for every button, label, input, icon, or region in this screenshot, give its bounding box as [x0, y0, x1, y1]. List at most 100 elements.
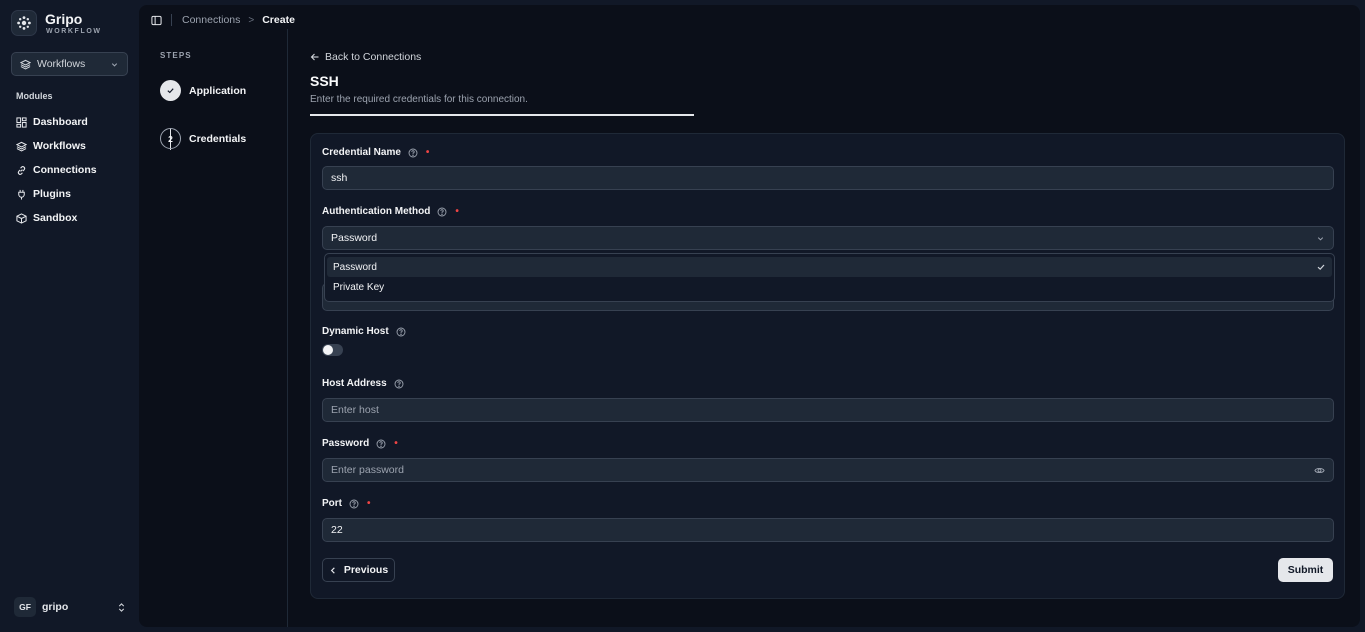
- breadcrumb-separator: >: [248, 14, 255, 26]
- password-label: Password •: [322, 438, 398, 449]
- sidebar-item-plugins[interactable]: Plugins: [16, 182, 97, 206]
- previous-button-label: Previous: [343, 564, 389, 576]
- avatar: GF: [14, 597, 36, 617]
- help-icon[interactable]: [396, 327, 406, 337]
- breadcrumb-connections[interactable]: Connections: [182, 14, 240, 26]
- dynamic-host-toggle[interactable]: [322, 344, 343, 356]
- chevron-down-icon: [1317, 236, 1324, 241]
- port-label-text: Port: [322, 498, 342, 509]
- sidebar-item-sandbox[interactable]: Sandbox: [16, 206, 97, 230]
- layers-icon: [16, 141, 27, 151]
- dynamic-host-label: Dynamic Host: [322, 326, 406, 337]
- step-label: Application: [189, 84, 247, 97]
- password-placeholder: Enter password: [331, 464, 404, 476]
- password-field[interactable]: Enter password: [322, 458, 1334, 482]
- required-marker: •: [455, 206, 459, 217]
- sidebar-nav: Dashboard Workflows Connections Plugins …: [16, 110, 97, 230]
- brand-name: Gripo: [45, 10, 83, 27]
- breadcrumb: Connections > Create: [182, 14, 295, 26]
- breadcrumb-current: Create: [262, 14, 295, 26]
- arrow-left-icon: [310, 53, 319, 61]
- required-marker: •: [367, 498, 371, 509]
- chevron-left-icon: [330, 566, 335, 574]
- host-address-label: Host Address: [322, 378, 404, 389]
- check-icon: [1317, 264, 1325, 271]
- toggle-knob: [323, 345, 333, 355]
- host-address-label-text: Host Address: [322, 378, 387, 389]
- plug-icon: [18, 189, 25, 200]
- brand: Gripo WORKFLOW: [11, 10, 102, 36]
- sidebar-item-label: Connections: [33, 164, 97, 176]
- workspace-select-value: Workflows: [37, 58, 86, 70]
- help-icon[interactable]: [376, 439, 386, 449]
- required-marker: •: [394, 438, 398, 449]
- sidebar-item-label: Workflows: [33, 140, 86, 152]
- user-name: gripo: [42, 601, 69, 613]
- sidebar-item-label: Plugins: [33, 188, 71, 200]
- help-icon[interactable]: [408, 148, 418, 158]
- credential-name-field[interactable]: ssh: [322, 166, 1334, 190]
- check-icon: [167, 88, 174, 94]
- back-link-label: Back to Connections: [325, 51, 422, 63]
- step-credentials: 2 Credentials: [160, 128, 246, 149]
- step-done-circle: [160, 80, 181, 101]
- gripo-logo-icon: [11, 10, 37, 36]
- chevrons-up-down-icon: [118, 602, 125, 612]
- chevron-down-icon: [111, 62, 118, 67]
- auth-method-value: Password: [331, 232, 378, 244]
- previous-button[interactable]: Previous: [322, 558, 395, 582]
- host-address-placeholder: Enter host: [331, 404, 379, 416]
- sidebar-item-dashboard[interactable]: Dashboard: [16, 110, 97, 134]
- port-value: 22: [331, 524, 343, 536]
- credential-name-label: Credential Name •: [322, 147, 429, 158]
- step-application: Application: [160, 80, 246, 101]
- layers-icon: [20, 59, 31, 69]
- auth-method-select[interactable]: Password: [322, 226, 1334, 250]
- topbar: Connections > Create: [139, 5, 1360, 35]
- topbar-divider: [171, 14, 172, 26]
- link-icon: [17, 165, 26, 175]
- eye-icon[interactable]: [1314, 465, 1325, 476]
- sidebar-item-workflows[interactable]: Workflows: [16, 134, 97, 158]
- step-number: 2: [160, 128, 181, 149]
- auth-option-private-key[interactable]: Private Key: [327, 277, 1332, 297]
- steps-panel: STEPS Application 2 Credentials: [139, 29, 288, 627]
- auth-method-label-text: Authentication Method: [322, 206, 431, 217]
- sidebar-toggle-icon[interactable]: [151, 15, 162, 26]
- brand-subtitle: WORKFLOW: [46, 27, 102, 35]
- auth-method-dropdown: Password Private Key: [324, 253, 1335, 302]
- help-icon[interactable]: [437, 207, 447, 217]
- required-marker: •: [425, 147, 430, 158]
- port-label: Port •: [322, 498, 371, 509]
- step-label: Credentials: [189, 132, 247, 145]
- credential-name-label-text: Credential Name: [322, 147, 401, 158]
- workspace-select[interactable]: Workflows: [11, 52, 128, 76]
- page-title: SSH: [310, 73, 339, 89]
- steps-label: STEPS: [160, 51, 192, 60]
- sidebar: Gripo WORKFLOW Workflows Modules Dashboa…: [0, 0, 139, 632]
- back-to-connections-link[interactable]: Back to Connections: [310, 51, 421, 63]
- credential-name-value: ssh: [331, 172, 348, 184]
- submit-button[interactable]: Submit: [1278, 558, 1333, 582]
- sidebar-item-connections[interactable]: Connections: [16, 158, 97, 182]
- page-subtitle: Enter the required credentials for this …: [310, 94, 528, 105]
- auth-option-password[interactable]: Password: [327, 257, 1332, 277]
- modules-label: Modules: [16, 91, 53, 101]
- help-icon[interactable]: [349, 499, 359, 509]
- port-field[interactable]: 22: [322, 518, 1334, 542]
- password-label-text: Password: [322, 438, 370, 449]
- main-panel: Connections > Create STEPS Application 2…: [139, 5, 1360, 627]
- option-label: Private Key: [333, 281, 385, 293]
- dynamic-host-label-text: Dynamic Host: [322, 326, 389, 337]
- box-icon: [16, 212, 27, 224]
- host-address-field[interactable]: Enter host: [322, 398, 1334, 422]
- sidebar-item-label: Sandbox: [33, 212, 78, 224]
- credentials-form: Credential Name • ssh Authentication Met…: [310, 133, 1345, 599]
- title-underline: [310, 114, 694, 116]
- dashboard-icon: [16, 116, 27, 128]
- option-label: Password: [333, 261, 377, 273]
- auth-method-label: Authentication Method •: [322, 206, 459, 217]
- help-icon[interactable]: [394, 379, 404, 389]
- sidebar-item-label: Dashboard: [33, 116, 88, 128]
- user-menu[interactable]: GF gripo: [14, 596, 126, 618]
